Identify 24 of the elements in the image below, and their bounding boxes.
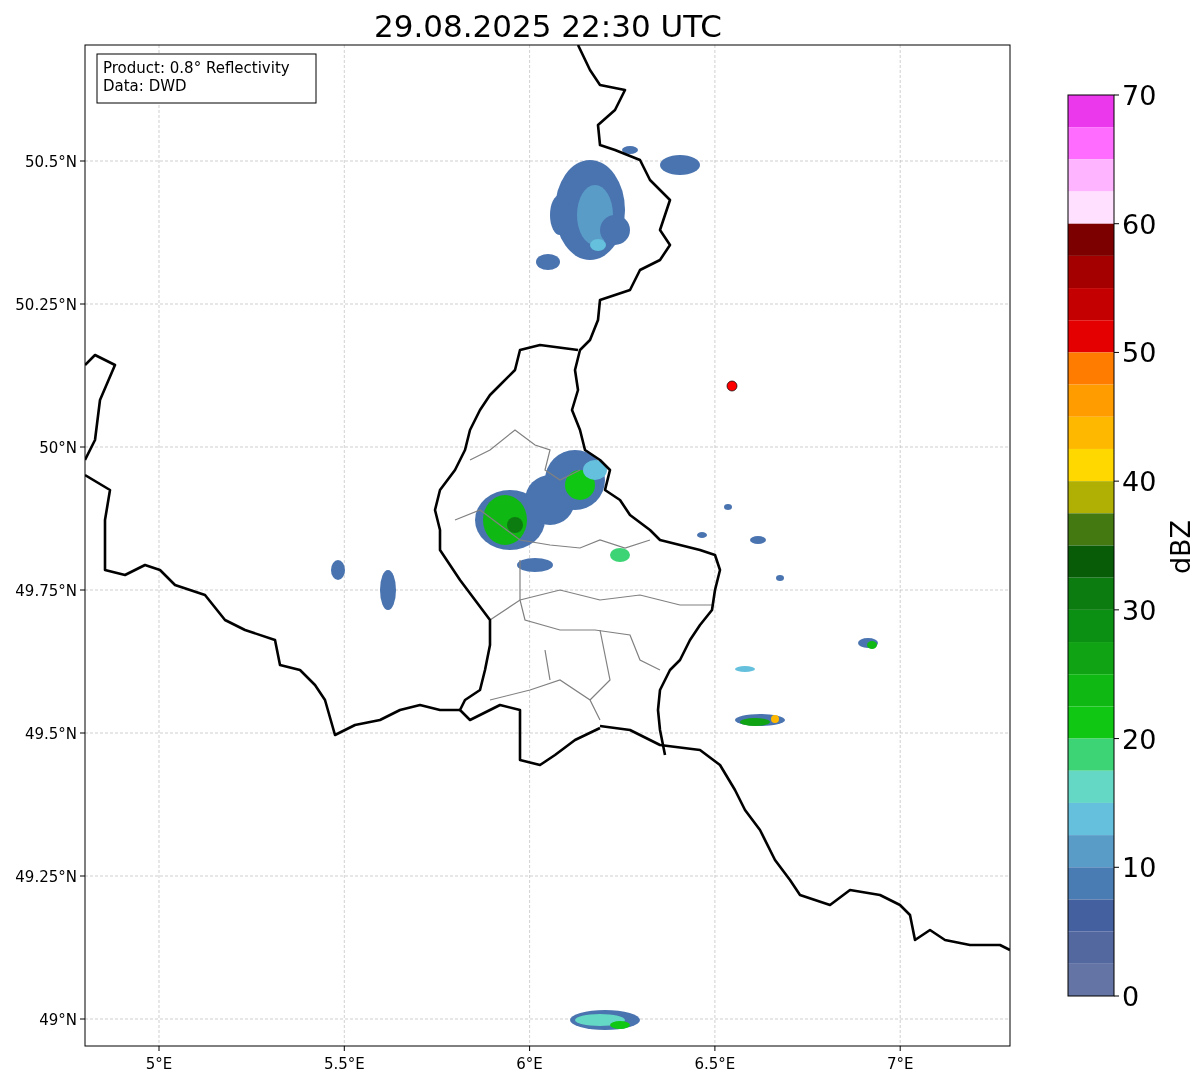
x-tick-label: 5.5°E (323, 1055, 365, 1073)
y-tick-label: 50.25°N (15, 296, 77, 314)
colorbar-tick-label: 50 (1122, 337, 1157, 369)
colorbar-tick-label: 60 (1122, 208, 1157, 240)
colorbar-tick-label: 40 (1122, 466, 1157, 498)
x-tick-label: 5°E (145, 1055, 173, 1073)
chart-title: 29.08.2025 22:30 UTC (374, 8, 722, 44)
info-text: Product: 0.8° Reflectivity (103, 59, 290, 77)
y-tick-label: 50.5°N (24, 153, 77, 171)
colorbar-tick-label: 20 (1122, 723, 1157, 755)
y-tick-label: 49.25°N (15, 868, 77, 886)
y-tick-label: 49.5°N (24, 725, 77, 743)
y-tick-label: 49.75°N (15, 582, 77, 600)
x-tick-label: 7°E (886, 1055, 914, 1073)
colorbar-tick-label: 10 (1122, 852, 1157, 884)
y-tick-label: 49°N (39, 1011, 77, 1029)
y-tick-label: 50°N (39, 439, 77, 457)
colorbar-label: dBZ (1165, 519, 1196, 575)
x-tick-label: 6.5°E (694, 1055, 736, 1073)
colorbar-tick-label: 0 (1122, 981, 1140, 1012)
x-tick-label: 6°E (516, 1055, 543, 1073)
colorbar-tick-label: 30 (1122, 594, 1157, 626)
info-text: Data: DWD (103, 77, 187, 95)
colorbar-tick-label: 70 (1122, 80, 1157, 111)
